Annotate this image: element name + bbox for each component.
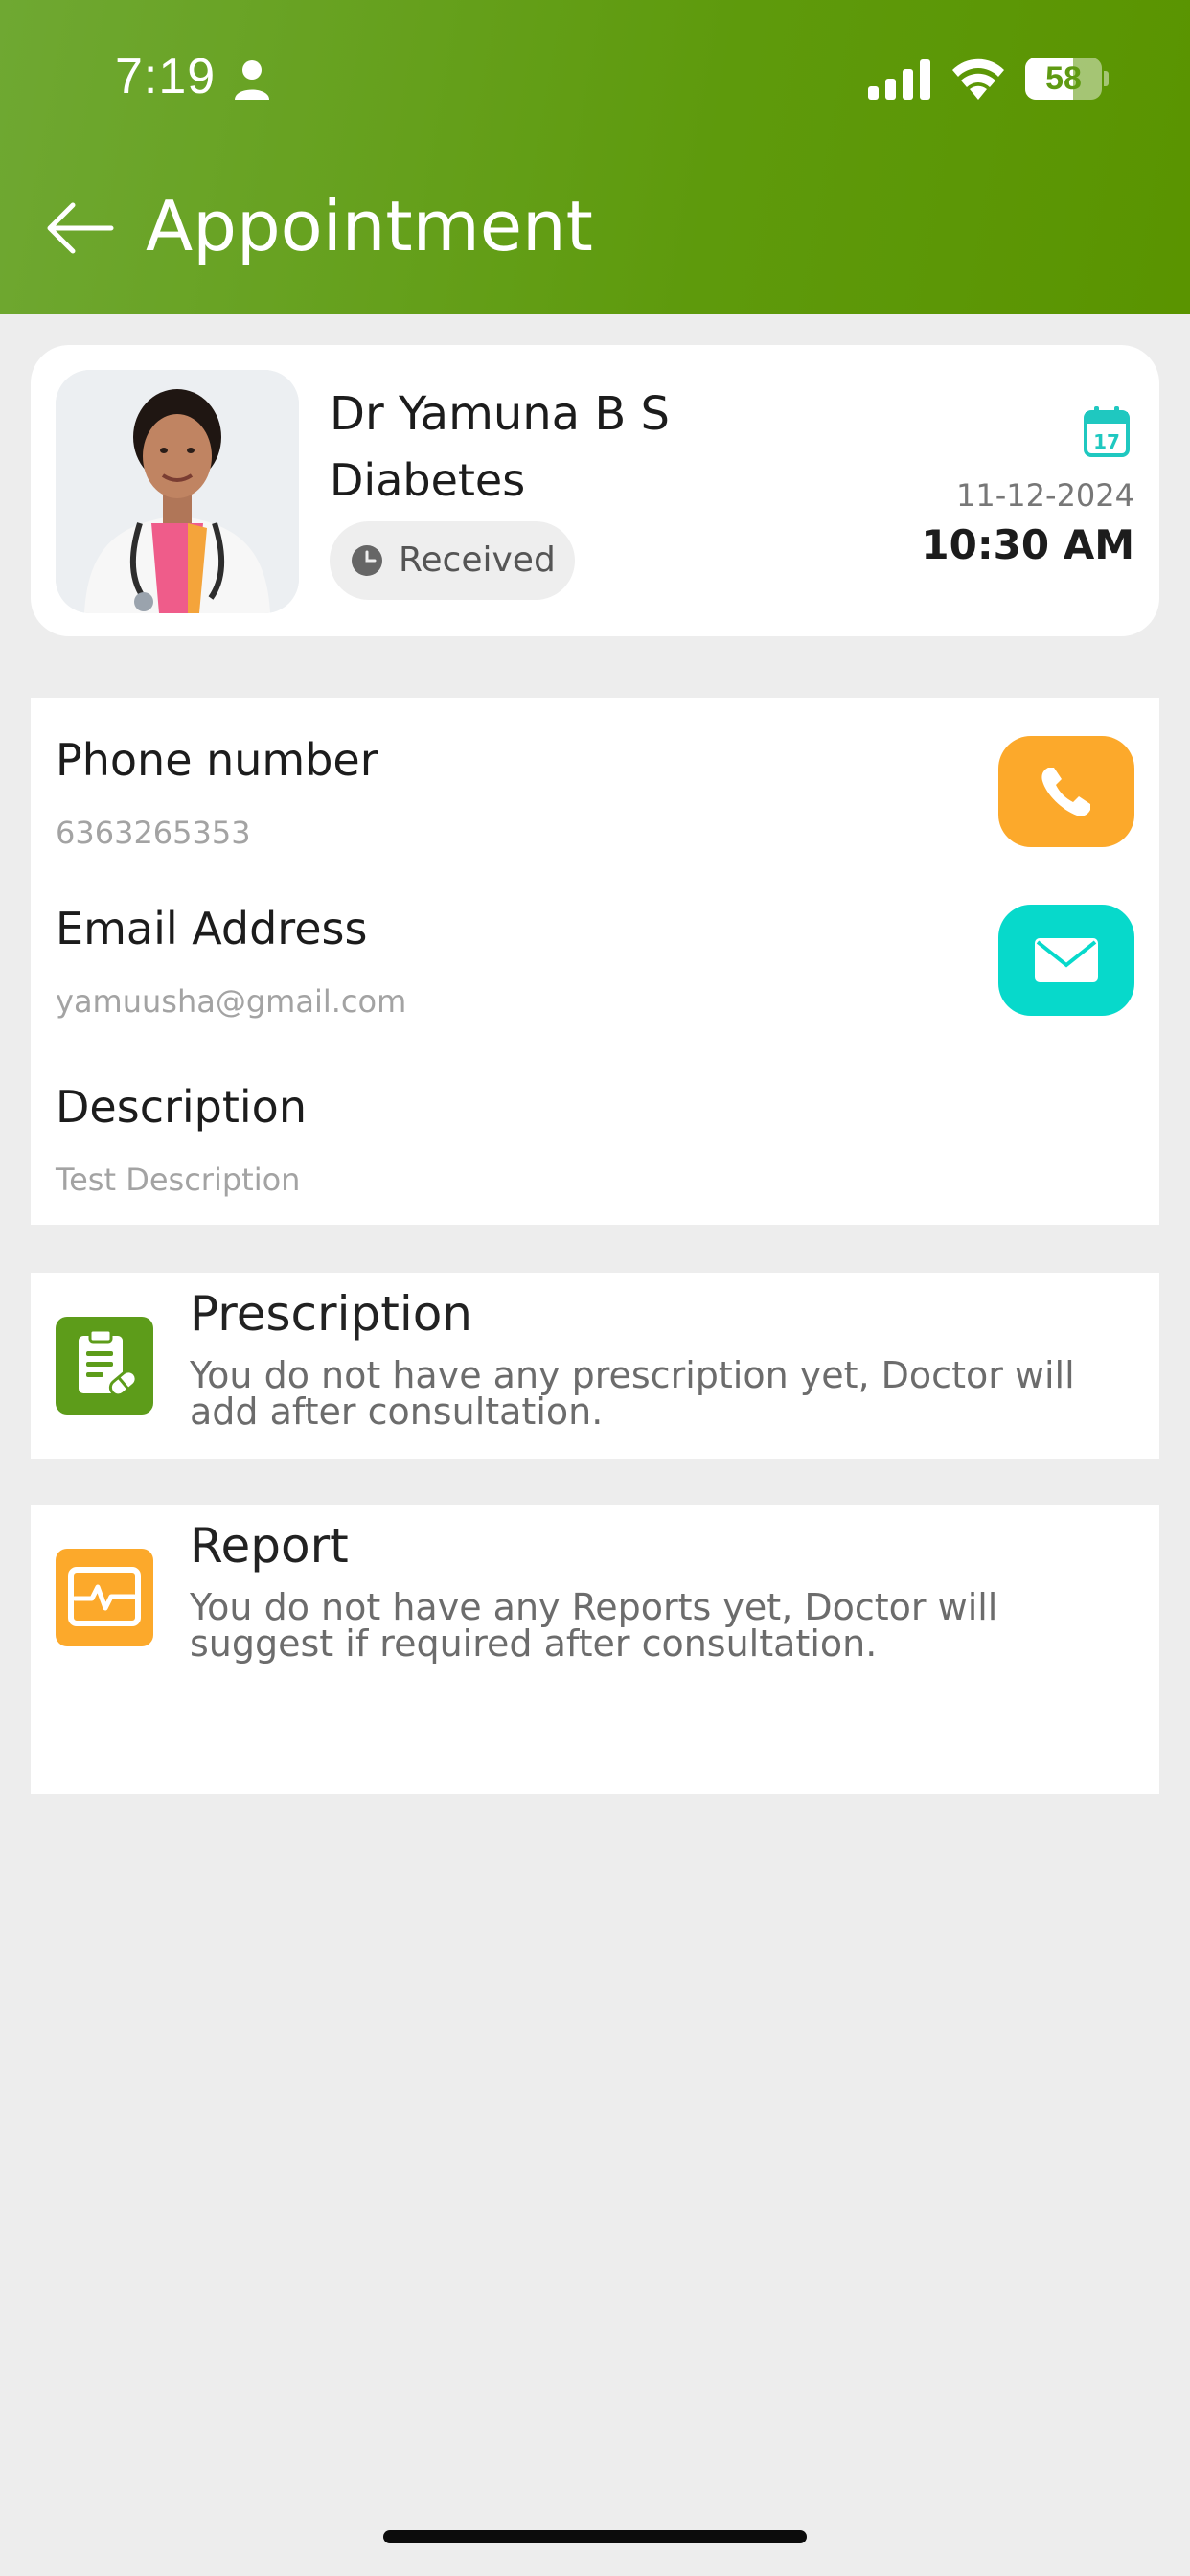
phone-icon	[1041, 768, 1090, 816]
report-title: Report	[190, 1518, 349, 1574]
envelope-icon	[1035, 938, 1098, 982]
email-button[interactable]	[998, 905, 1134, 1016]
description-label: Description	[56, 1081, 307, 1133]
back-arrow-icon[interactable]	[44, 201, 115, 255]
prescription-card[interactable]: Prescription You do not have any prescri…	[31, 1273, 1159, 1459]
report-pulse-icon	[56, 1549, 153, 1646]
doctor-name: Dr Yamuna B S	[330, 387, 671, 441]
calendar-icon[interactable]: 17	[1083, 404, 1131, 458]
description-value: Test Description	[56, 1162, 301, 1198]
prescription-icon	[56, 1317, 153, 1414]
report-card[interactable]: Report You do not have any Reports yet, …	[31, 1505, 1159, 1794]
app-header: 7:19 58 Appointment	[0, 0, 1190, 314]
email-value: yamuusha@gmail.com	[56, 983, 407, 1020]
doctor-card: Dr Yamuna B S Diabetes Received 17 11-12…	[31, 345, 1159, 636]
appointment-time: 10:30 AM	[921, 521, 1134, 568]
doctor-avatar	[56, 370, 299, 613]
appointment-date: 11-12-2024	[956, 477, 1134, 514]
svg-text:17: 17	[1093, 430, 1120, 453]
battery-level: 58	[1045, 60, 1082, 97]
person-icon	[235, 60, 269, 100]
prescription-title: Prescription	[190, 1286, 472, 1342]
contact-card: Phone number 6363265353 Email Address ya…	[31, 698, 1159, 1225]
status-time: 7:19	[115, 49, 217, 104]
phone-label: Phone number	[56, 734, 378, 786]
prescription-description: You do not have any prescription yet, Do…	[190, 1354, 1075, 1433]
email-label: Email Address	[56, 903, 368, 954]
status-text: Received	[399, 540, 556, 580]
call-button[interactable]	[998, 736, 1134, 847]
status-badge: Received	[330, 521, 575, 600]
doctor-specialty: Diabetes	[330, 454, 526, 506]
doctor-photo-icon	[56, 370, 299, 613]
cellular-signal-icon	[868, 59, 930, 100]
clock-icon	[352, 545, 382, 576]
phone-value: 6363265353	[56, 815, 251, 851]
battery-indicator: 58	[1025, 58, 1109, 100]
wifi-icon	[952, 58, 1004, 100]
page-title: Appointment	[146, 186, 593, 266]
home-indicator[interactable]	[383, 2530, 807, 2543]
report-description: You do not have any Reports yet, Doctor …	[190, 1586, 998, 1665]
